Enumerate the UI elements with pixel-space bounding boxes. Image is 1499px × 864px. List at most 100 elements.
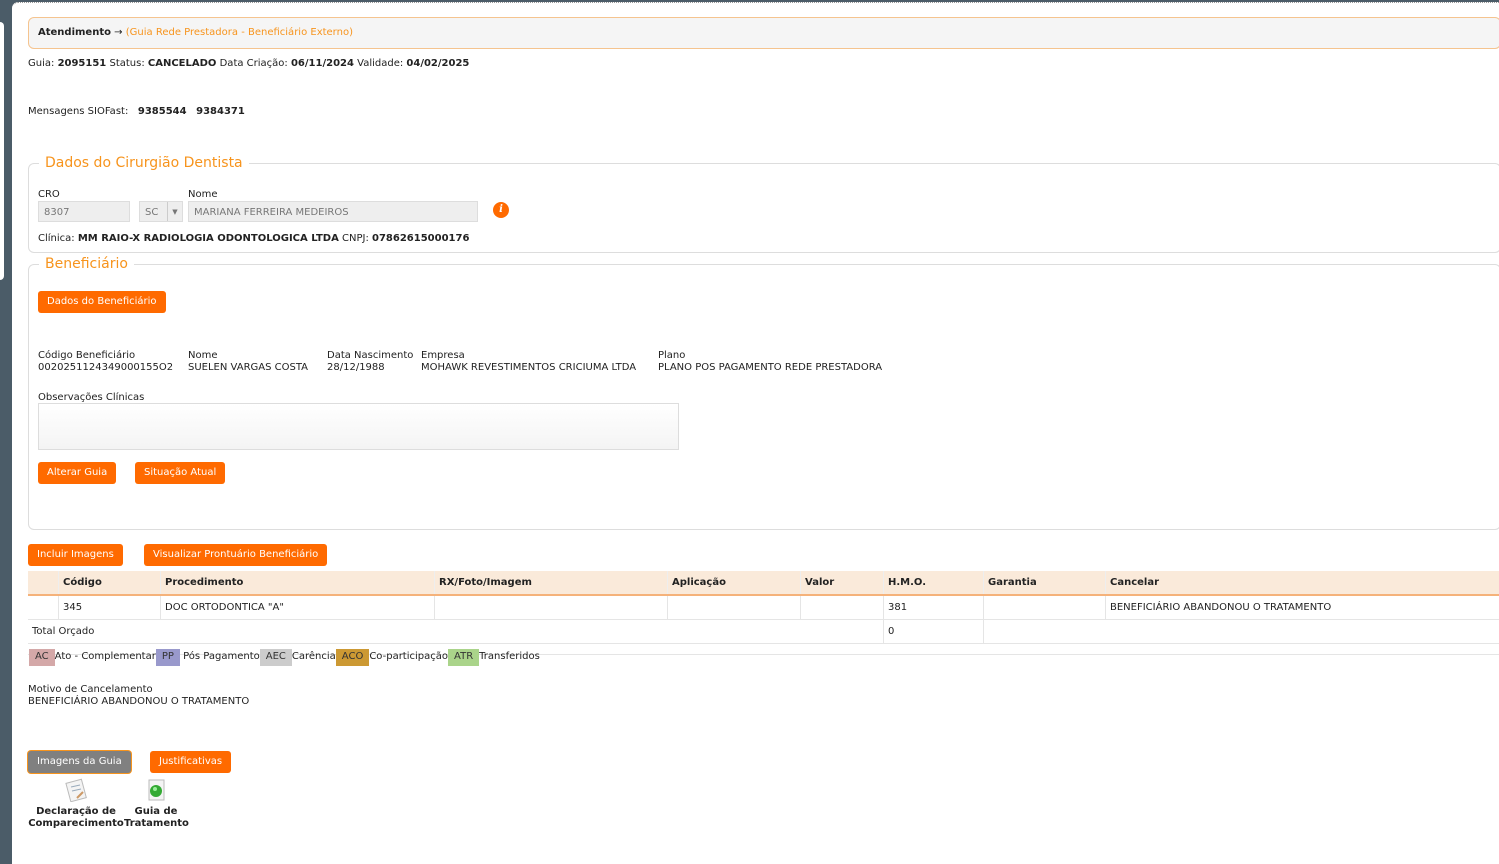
clinica-value: MM RAIO-X RADIOLOGIA ODONTOLOGICA LTDA (77, 233, 339, 244)
cell-procedimento: DOC ORTODONTICA "A" (160, 595, 435, 620)
legend-label: Ato - Complementar (54, 651, 156, 662)
cnpj-value: 07862615000176 (372, 233, 470, 244)
dentista-legend: Dados do Cirurgião Dentista (45, 155, 243, 171)
guia-tratamento-link[interactable]: Guia de Tratamento (124, 778, 189, 830)
legend-label: Pós Pagamento (183, 651, 260, 662)
table-row[interactable]: 345 DOC ORTODONTICA "A" 381 BENEFICIÁRIO… (28, 595, 1499, 620)
uf-value: SC (145, 207, 159, 218)
col-header: H.M.O. (883, 571, 984, 596)
nasc-label: Data Nascimento (327, 350, 414, 361)
siofast-messages: Mensagens SIOFast: 9385544 9384371 (28, 106, 245, 117)
dados-beneficiario-button[interactable]: Dados do Beneficiário (38, 291, 166, 313)
doc-label: Tratamento (124, 818, 189, 829)
doc-label: Guia de (134, 806, 178, 817)
procedimentos-table: Código Procedimento RX/Foto/Imagem Aplic… (28, 571, 1499, 655)
nome-value: SUELEN VARGAS COSTA (188, 362, 309, 373)
cell-valor (800, 595, 884, 620)
col-header: Código (58, 571, 161, 596)
codigo-value: 0020251124349000155O2 (38, 362, 174, 373)
col-header: Valor (800, 571, 884, 596)
main-panel: Atendimento → (Guia Rede Prestadora - Be… (12, 2, 1499, 864)
cell-codigo: 345 (58, 595, 161, 620)
declaracao-comparecimento-link[interactable]: Declaração de Comparecimento (28, 778, 124, 830)
document-icon (65, 778, 87, 803)
empresa-value: MOHAWK REVESTIMENTOS CRICIUMA LTDA (421, 362, 637, 373)
legend-swatch-aec: AEC (259, 649, 292, 666)
beneficiario-nome: Nome SUELEN VARGAS COSTA (188, 350, 308, 374)
cell-aplicacao (667, 595, 801, 620)
cro-input[interactable]: 8307 (38, 201, 130, 222)
legend-label: Co-participação (369, 651, 449, 662)
legend-label: Carência (291, 651, 336, 662)
validade-label: Validade: (357, 58, 404, 69)
validade-value: 04/02/2025 (406, 58, 470, 69)
col-header: Cancelar (1105, 571, 1499, 596)
cnpj-label: CNPJ: (342, 233, 369, 244)
beneficiario-empresa: Empresa MOHAWK REVESTIMENTOS CRICIUMA LTD… (421, 350, 636, 374)
chevron-down-icon: ▼ (167, 202, 182, 221)
col-header: Garantia (983, 571, 1106, 596)
empresa-label: Empresa (421, 350, 465, 361)
cell (983, 619, 1499, 644)
legend-swatch-pp: PP (155, 649, 180, 666)
status-legend: AC Ato - Complementar PP Pós Pagamento AEC C… (29, 649, 540, 666)
col-header: Procedimento (160, 571, 435, 596)
guia-number: 2095151 (57, 58, 107, 69)
col-header: RX/Foto/Imagem (434, 571, 668, 596)
cell-rx (434, 595, 668, 620)
guia-label: Guia: (28, 58, 55, 69)
cell-cancelar: BENEFICIÁRIO ABANDONOU O TRATAMENTO (1105, 595, 1499, 620)
beneficiario-nascimento: Data Nascimento 28/12/1988 (327, 350, 413, 374)
plano-label: Plano (658, 350, 686, 361)
incluir-imagens-button[interactable]: Incluir Imagens (28, 544, 123, 566)
uf-select[interactable]: SC ▼ (139, 201, 183, 222)
doc-label: Declaração de (36, 806, 116, 817)
col-header (28, 571, 59, 596)
nome-label: Nome (188, 350, 218, 361)
guia-info: Guia: 2095151 Status: CANCELADO Data Cri… (28, 58, 469, 69)
beneficiario-legend: Beneficiário (45, 256, 128, 272)
info-icon[interactable]: i (493, 202, 509, 218)
beneficiario-plano: Plano PLANO POS PAGAMENTO REDE PRESTADORA (658, 350, 882, 374)
codigo-label: Código Beneficiário (38, 350, 136, 361)
status-label: Status: (109, 58, 145, 69)
cell (28, 595, 59, 620)
cancel-reason: Motivo de Cancelamento BENEFICIÁRIO ABAN… (28, 684, 249, 708)
siofast-msg[interactable]: 9385544 (138, 106, 187, 117)
obs-label: Observações Clínicas (38, 392, 145, 403)
total-row: Total Orçado 0 (28, 619, 1499, 644)
imagens-guia-button[interactable]: Imagens da Guia (28, 751, 131, 773)
dentista-nome-input[interactable]: MARIANA FERREIRA MEDEIROS (188, 201, 478, 222)
criacao-label: Data Criação: (219, 58, 288, 69)
justificativas-button[interactable]: Justificativas (150, 751, 232, 773)
visualizar-prontuario-button[interactable]: Visualizar Prontuário Beneficiário (144, 544, 328, 566)
legend-swatch-aco: ACO (335, 649, 370, 666)
document-check-icon (148, 779, 165, 801)
total-label: Total Orçado (28, 619, 884, 644)
doc-label: Comparecimento (28, 818, 124, 829)
clinica-info: Clínica: MM RAIO-X RADIOLOGIA ODONTOLOGI… (38, 233, 469, 244)
plano-value: PLANO POS PAGAMENTO REDE PRESTADORA (658, 362, 883, 373)
total-hmo: 0 (883, 619, 984, 644)
obs-textarea[interactable] (38, 403, 679, 450)
situacao-atual-button[interactable]: Situação Atual (135, 462, 226, 484)
status-value: CANCELADO (147, 58, 217, 69)
cell-garantia (983, 595, 1106, 620)
breadcrumb-root[interactable]: Atendimento (38, 27, 111, 38)
legend-swatch-atr: ATR (448, 649, 480, 666)
breadcrumb: Atendimento → (Guia Rede Prestadora - Be… (28, 17, 1499, 49)
clinica-label: Clínica: (38, 233, 75, 244)
legend-label: Transferidos (479, 651, 540, 662)
nome-label: Nome (188, 189, 218, 200)
cancel-value: BENEFICIÁRIO ABANDONOU O TRATAMENTO (28, 696, 250, 707)
alterar-guia-button[interactable]: Alterar Guia (38, 462, 117, 484)
siofast-msg[interactable]: 9384371 (196, 106, 245, 117)
criacao-value: 06/11/2024 (290, 58, 354, 69)
legend-swatch-ac: AC (29, 649, 55, 666)
nasc-value: 28/12/1988 (327, 362, 385, 373)
beneficiario-fieldset: Beneficiário (28, 256, 1499, 530)
beneficiario-codigo: Código Beneficiário 0020251124349000155O2 (38, 350, 173, 374)
side-strip (0, 22, 4, 280)
col-header: Aplicação (667, 571, 801, 596)
breadcrumb-arrow: → (114, 27, 123, 38)
